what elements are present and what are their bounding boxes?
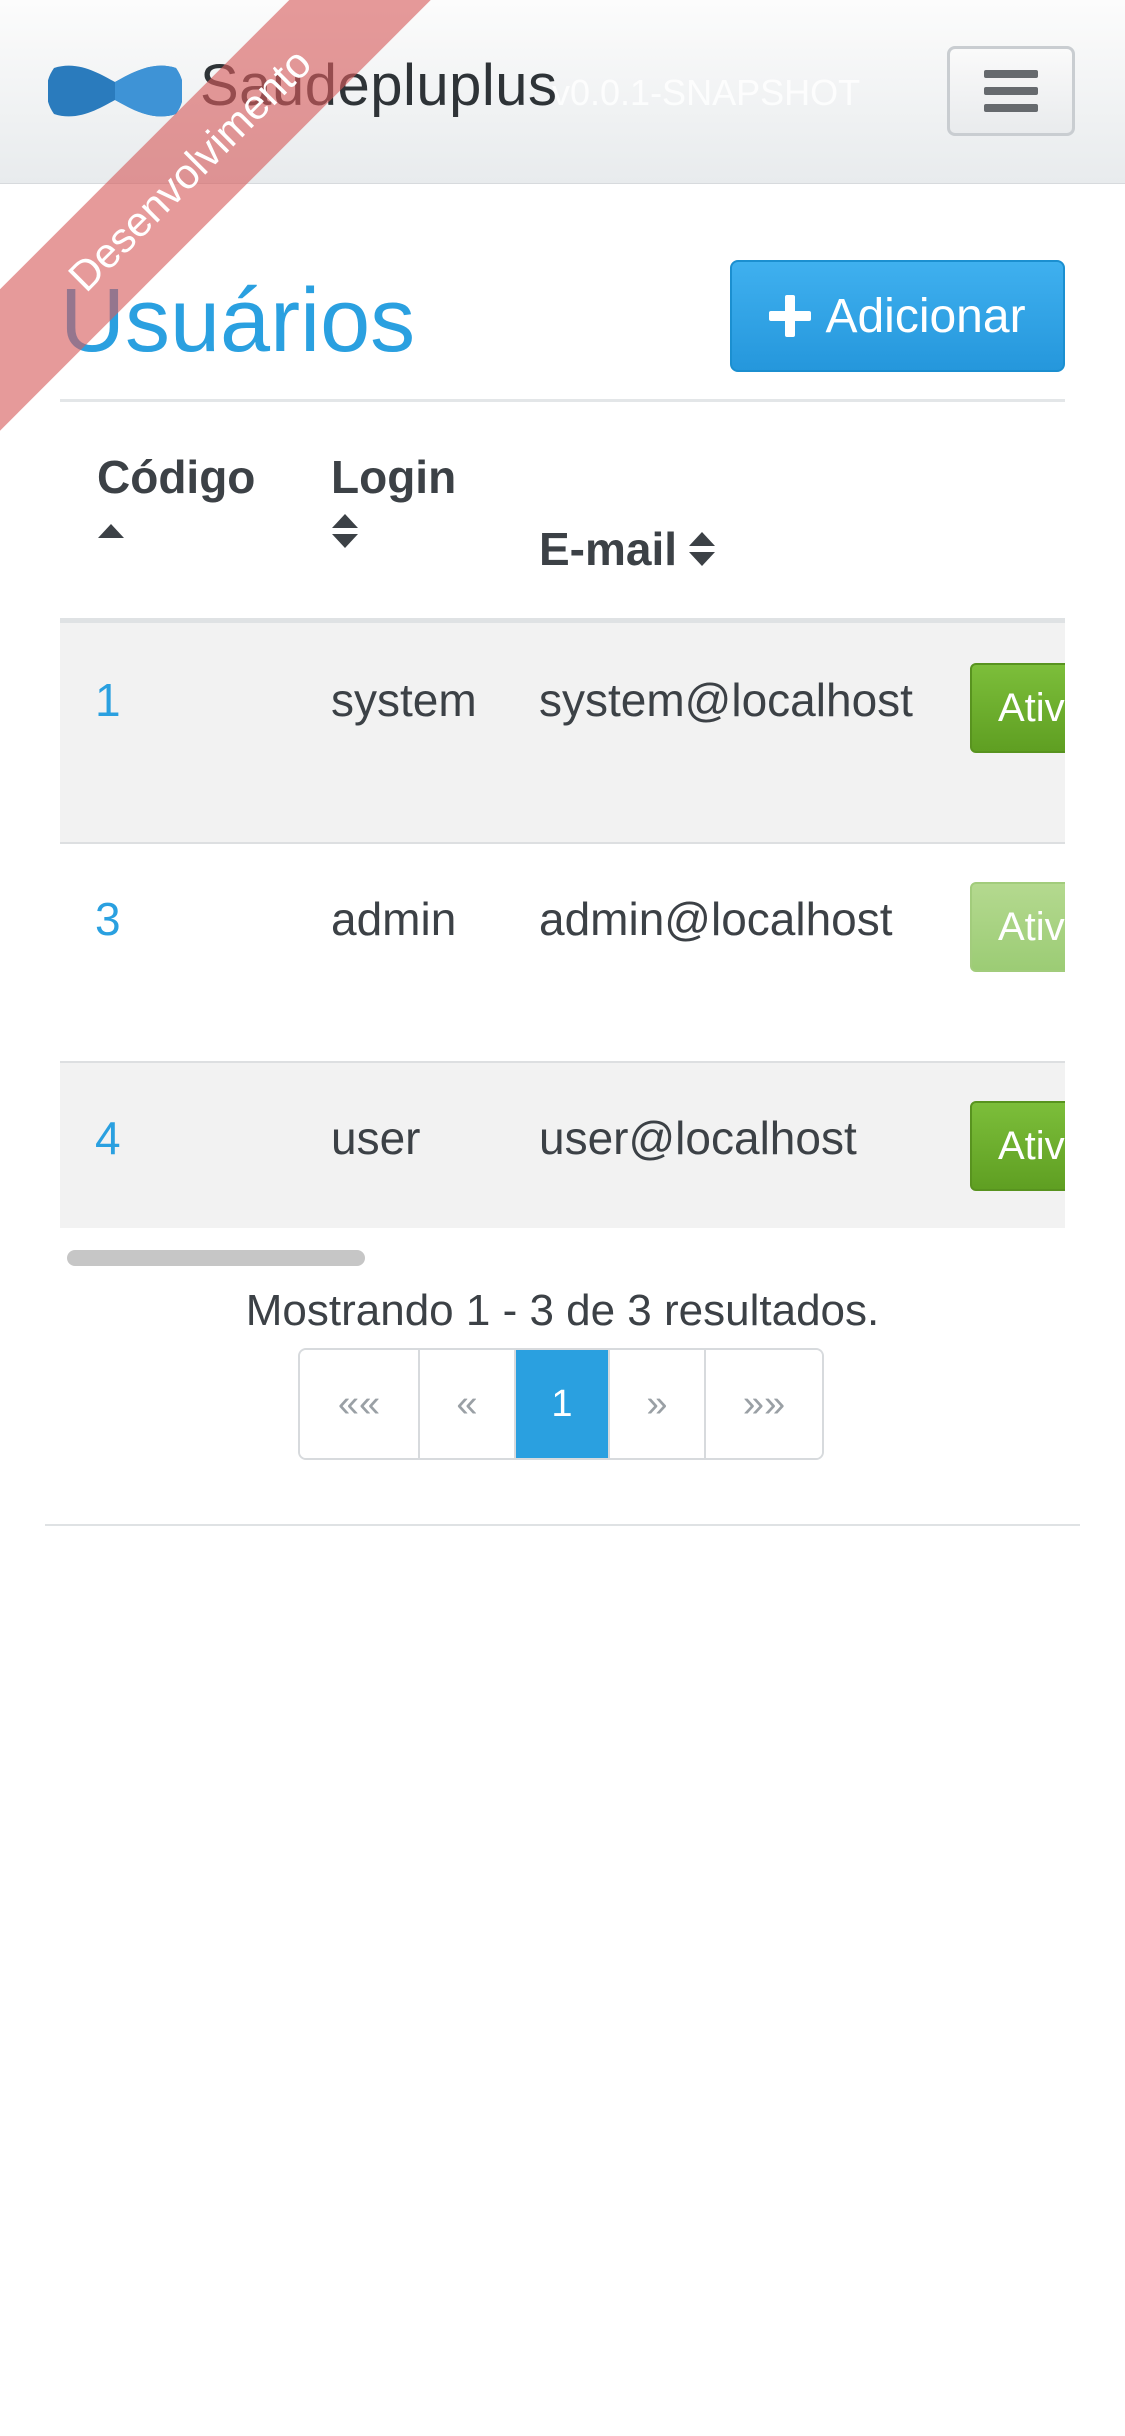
status-toggle-button[interactable]: Ativo xyxy=(970,1101,1065,1191)
user-code-link[interactable]: 4 xyxy=(95,1111,121,1165)
previous-page-button[interactable]: « xyxy=(420,1350,516,1458)
user-code-link[interactable]: 1 xyxy=(95,673,121,727)
brand-name[interactable]: Saudepluplus xyxy=(200,52,558,119)
column-header-email-label: E-mail xyxy=(539,523,678,575)
results-summary: Mostrando 1 - 3 de 3 resultados. xyxy=(245,1286,880,1335)
app-version: v0.0.1-SNAPSHOT xyxy=(552,72,861,113)
user-login: user xyxy=(331,1112,421,1164)
user-login: system xyxy=(331,674,477,726)
next-page-button[interactable]: » xyxy=(610,1350,706,1458)
status-label: Ativo xyxy=(998,904,1065,949)
page-button-current[interactable]: 1 xyxy=(516,1350,610,1458)
user-login: admin xyxy=(331,893,457,945)
status-toggle-button[interactable]: Ativo xyxy=(970,882,1065,972)
table-horizontal-scrollbar[interactable] xyxy=(67,1250,365,1266)
sort-icon xyxy=(689,532,716,566)
add-user-button[interactable]: Adicionar xyxy=(730,260,1065,372)
column-header-code[interactable]: Código xyxy=(97,450,255,538)
plus-icon xyxy=(769,295,812,337)
status-label: Ativo xyxy=(998,1123,1065,1168)
pagination: «« « 1 » »» xyxy=(298,1348,824,1460)
status-label: Ativo xyxy=(998,685,1065,730)
column-header-login-label: Login xyxy=(331,451,457,503)
page-title: Usuários xyxy=(60,271,416,371)
status-toggle-button[interactable]: Ativo xyxy=(970,663,1065,753)
last-page-button[interactable]: »» xyxy=(706,1350,822,1458)
column-header-code-label: Código xyxy=(97,451,256,503)
sort-icon xyxy=(332,514,358,548)
menu-toggle-button[interactable] xyxy=(947,46,1075,136)
navbar: Saudepluplus v0.0.1-SNAPSHOT xyxy=(0,0,1125,184)
user-email: user@localhost xyxy=(539,1112,857,1164)
user-email: admin@localhost xyxy=(539,893,893,945)
footer-divider xyxy=(45,1524,1080,1526)
table-row: 3 admin admin@localhost Ativo xyxy=(60,844,1065,1061)
sort-ascending-icon xyxy=(98,524,124,538)
user-email: system@localhost xyxy=(539,674,913,726)
column-header-email[interactable]: E-mail xyxy=(539,522,716,576)
add-button-label: Adicionar xyxy=(825,289,1026,343)
hamburger-menu-icon xyxy=(984,70,1038,112)
table-row: 1 system system@localhost Ativo xyxy=(60,623,1065,842)
users-table: Código Login E-mail 1 system system@loca… xyxy=(60,402,1065,1228)
column-header-login[interactable]: Login xyxy=(331,450,456,548)
user-code-link[interactable]: 3 xyxy=(95,892,121,946)
table-row: 4 user user@localhost Ativo xyxy=(60,1063,1065,1228)
bowtie-logo-icon[interactable] xyxy=(48,62,182,120)
first-page-button[interactable]: «« xyxy=(300,1350,420,1458)
